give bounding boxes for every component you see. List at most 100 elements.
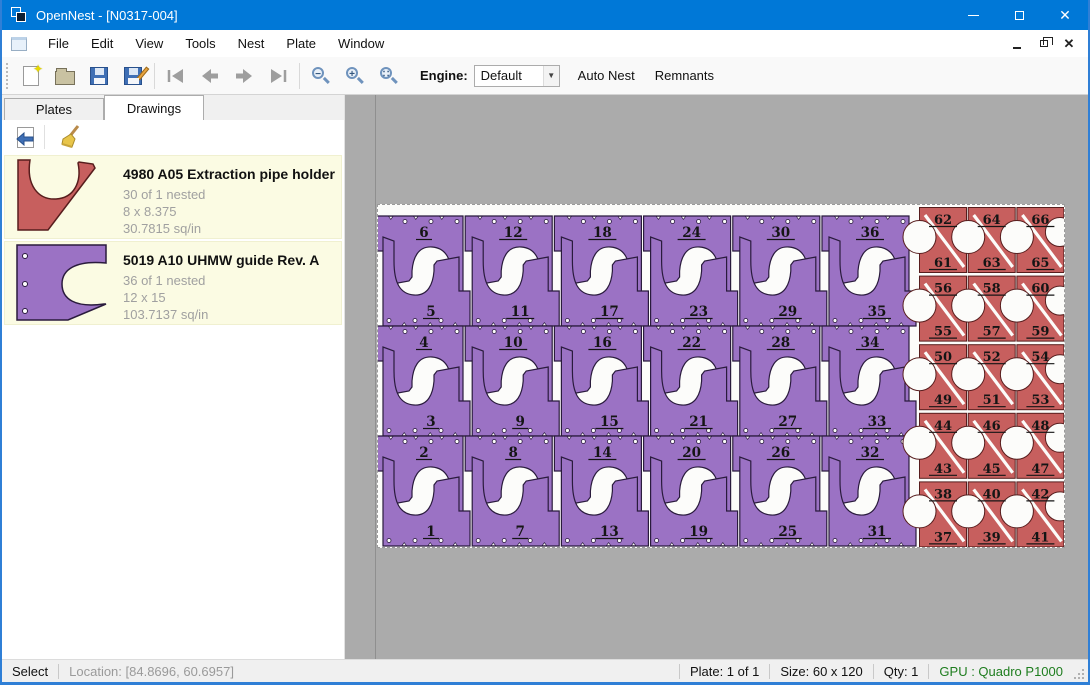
part-number: 21: [689, 414, 708, 430]
drawing-item[interactable]: 5019 A10 UHMW guide Rev. A 36 of 1 neste…: [4, 241, 342, 325]
minimize-icon: [968, 15, 979, 16]
maximize-button[interactable]: [996, 0, 1042, 30]
nest-workspace[interactable]: 6512111817242330293635431091615222128273…: [345, 95, 1088, 659]
part-number: 27: [778, 414, 797, 430]
minimize-button[interactable]: [950, 0, 996, 30]
toolbar-grip: [6, 63, 9, 89]
import-drawing-button[interactable]: [8, 123, 42, 151]
mdi-restore-icon: [1040, 40, 1048, 47]
part-number: 6: [419, 225, 428, 241]
drawing-title: 4980 A05 Extraction pipe holder: [123, 166, 335, 182]
app-icon: [11, 7, 27, 23]
part-number: 18: [593, 225, 612, 241]
menu-window[interactable]: Window: [327, 30, 395, 57]
part-number: 36: [861, 225, 880, 241]
auto-nest-button[interactable]: Auto Nest: [568, 62, 645, 90]
drawing-area: 30.7815 sq/in: [123, 220, 335, 237]
tab-plates[interactable]: Plates: [4, 98, 104, 120]
status-size: Size: 60 x 120: [770, 664, 872, 679]
clear-drawings-button[interactable]: [53, 123, 87, 151]
mdi-restore-button[interactable]: [1032, 35, 1054, 53]
part-number: 9: [515, 414, 524, 430]
app-window: OpenNest - [N0317-004] ✕ File Edit View …: [0, 0, 1090, 685]
last-plate-button[interactable]: [261, 61, 295, 91]
first-plate-button[interactable]: [159, 61, 193, 91]
status-gpu: GPU : Quadro P1000: [929, 664, 1073, 679]
zoom-fit-button[interactable]: ∷: [372, 61, 406, 91]
workspace-border: [375, 95, 376, 659]
part-number: 10: [504, 335, 523, 351]
mdi-minimize-button[interactable]: [1006, 35, 1028, 53]
open-button[interactable]: [48, 61, 82, 91]
menu-plate[interactable]: Plate: [275, 30, 327, 57]
part-number: 17: [600, 304, 619, 320]
chevron-down-icon[interactable]: ▼: [543, 66, 559, 86]
menu-nest[interactable]: Nest: [227, 30, 276, 57]
last-arrow-icon: [268, 68, 288, 84]
close-button[interactable]: ✕: [1042, 0, 1088, 30]
part-number: 51: [983, 393, 1001, 408]
part-number: 34: [861, 335, 880, 351]
left-panel: Plates Drawings: [2, 95, 345, 659]
part-number: 3: [426, 414, 435, 430]
mdi-document-icon[interactable]: [11, 37, 27, 51]
part-number: 35: [868, 304, 887, 320]
previous-plate-button[interactable]: [193, 61, 227, 91]
part-number: 44: [934, 419, 952, 434]
part-number: 63: [983, 256, 1001, 271]
menu-file[interactable]: File: [37, 30, 80, 57]
save-as-button[interactable]: [116, 61, 150, 91]
part-number: 54: [1031, 350, 1049, 365]
part-number: 42: [1031, 487, 1049, 502]
menu-edit[interactable]: Edit: [80, 30, 124, 57]
part-number: 47: [1031, 462, 1049, 477]
part-number: 65: [1031, 256, 1049, 271]
drawing-thumbnail-purple: [15, 250, 115, 316]
tab-strip: Plates Drawings: [2, 95, 344, 120]
drawing-size: 8 x 8.375: [123, 203, 335, 220]
zoom-out-button[interactable]: −: [304, 61, 338, 91]
drawing-list: 4980 A05 Extraction pipe holder 30 of 1 …: [2, 154, 344, 659]
part-number: 14: [593, 445, 612, 461]
nest-plate[interactable]: 6512111817242330293635431091615222128273…: [378, 205, 1064, 547]
open-folder-icon: [55, 71, 75, 85]
part-number: 1: [426, 524, 435, 540]
part-number: 19: [689, 524, 708, 540]
zoom-in-button[interactable]: +: [338, 61, 372, 91]
part-number: 59: [1031, 325, 1049, 340]
new-button[interactable]: ✦: [14, 61, 48, 91]
part-number: 28: [771, 335, 790, 351]
mdi-close-button[interactable]: ✕: [1058, 35, 1080, 53]
title-bar: OpenNest - [N0317-004] ✕: [2, 0, 1088, 30]
plate-canvas[interactable]: 6512111817242330293635431091615222128273…: [377, 204, 1065, 548]
part-number: 41: [1031, 530, 1049, 545]
tab-drawings[interactable]: Drawings: [104, 95, 204, 120]
engine-label: Engine:: [420, 68, 468, 83]
engine-select[interactable]: Default ▼: [474, 65, 560, 87]
resize-grip[interactable]: [1073, 668, 1085, 680]
menu-tools[interactable]: Tools: [174, 30, 226, 57]
part-number: 30: [771, 225, 790, 241]
part-number: 8: [508, 445, 517, 461]
part-number: 15: [600, 414, 619, 430]
part-number: 2: [419, 445, 428, 461]
drawing-item[interactable]: 4980 A05 Extraction pipe holder 30 of 1 …: [4, 155, 342, 239]
mdi-close-icon: ✕: [1064, 36, 1075, 52]
drawing-area: 103.7137 sq/in: [123, 306, 335, 323]
drawing-title: 5019 A10 UHMW guide Rev. A: [123, 252, 335, 268]
part-number: 26: [771, 445, 790, 461]
zoom-fit-icon: ∷: [379, 66, 399, 86]
close-icon: ✕: [1059, 8, 1071, 22]
save-button[interactable]: [82, 61, 116, 91]
next-plate-button[interactable]: [227, 61, 261, 91]
part-number: 53: [1031, 393, 1049, 408]
part-number: 39: [983, 530, 1001, 545]
drawing-size: 12 x 15: [123, 289, 335, 306]
remnants-button[interactable]: Remnants: [645, 62, 724, 90]
broom-icon: [59, 125, 81, 149]
part-number: 5: [426, 304, 435, 320]
part-number: 55: [934, 325, 952, 340]
part-number: 64: [983, 213, 1001, 228]
menu-view[interactable]: View: [124, 30, 174, 57]
toolbar: ✦ − + ∷ Engine: Default ▼ Auto Nest Remn…: [2, 57, 1088, 95]
